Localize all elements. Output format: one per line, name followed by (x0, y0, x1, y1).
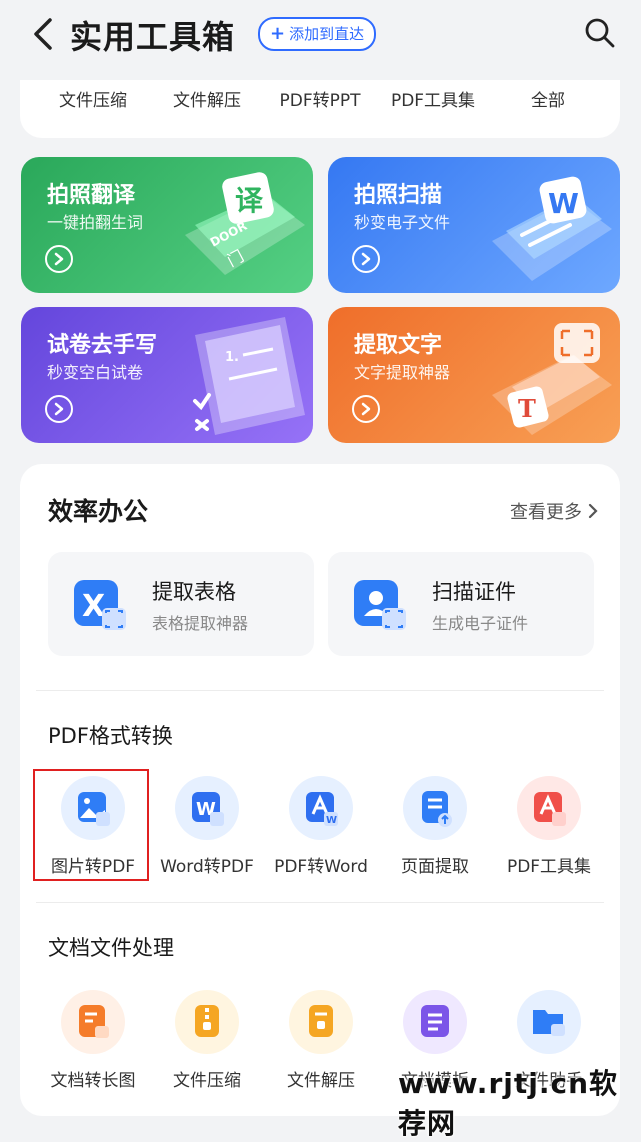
file-compress-icon (175, 990, 239, 1054)
back-arrow-icon[interactable] (26, 14, 62, 54)
divider (36, 902, 604, 903)
feature-card-photo-translate[interactable]: 拍照翻译 一键拍翻生词 译 DOOR 门 (21, 157, 313, 293)
page-extract-icon (403, 776, 467, 840)
go-arrow-icon (45, 245, 73, 273)
exam-number-text: 1. (225, 350, 239, 365)
highlight-box (33, 769, 149, 881)
text-extract-illustration-icon: T (492, 323, 612, 435)
word-to-pdf-icon: W (175, 776, 239, 840)
go-arrow-icon (352, 245, 380, 273)
translate-illustration-icon: 译 DOOR 门 (185, 172, 305, 275)
pdf-item-word-to-pdf[interactable]: W Word转PDF (148, 776, 266, 886)
page-title: 实用工具箱 (70, 18, 236, 56)
view-more-link[interactable]: 查看更多 (510, 498, 598, 524)
pdf-item-pdf-to-word[interactable]: W PDF转Word (262, 776, 380, 886)
doc-item-label: 文档转长图 (50, 1071, 136, 1091)
pdf-item-label: PDF转Word (274, 857, 368, 877)
feature-title: 试卷去手写 (47, 333, 158, 358)
pdf-to-word-icon: W (289, 776, 353, 840)
feature-card-remove-handwriting[interactable]: 试卷去手写 秒变空白试卷 1. (21, 307, 313, 443)
quick-item-pdf-tools[interactable]: PDF工具集 (378, 86, 488, 111)
feature-card-photo-scan[interactable]: 拍照扫描 秒变电子文件 W (328, 157, 620, 293)
pdf-item-label: PDF工具集 (506, 857, 592, 877)
exam-paper-illustration-icon: 1. (193, 317, 305, 435)
doc-to-image-icon (61, 990, 125, 1054)
tool-card-extract-table[interactable]: X 提取表格 表格提取神器 (48, 552, 314, 656)
tool-desc: 生成电子证件 (432, 614, 529, 633)
doc-item-doc-to-long-image[interactable]: 文档转长图 (34, 990, 152, 1100)
doc-item-file-extract[interactable]: 文件解压 (262, 990, 380, 1100)
doc-item-file-compress[interactable]: 文件压缩 (148, 990, 266, 1100)
section-title-pdf: PDF格式转换 (48, 724, 173, 748)
scan-illustration-icon: W (492, 176, 612, 281)
tool-name: 提取表格 (152, 580, 236, 604)
feature-subtitle: 文字提取神器 (354, 363, 451, 382)
chevron-right-icon (588, 503, 598, 519)
pdf-item-pdf-tools[interactable]: PDF工具集 (490, 776, 608, 886)
add-to-shortcut-label: 添加到直达 (289, 25, 365, 43)
add-to-shortcut-button[interactable]: + 添加到直达 (258, 17, 377, 51)
svg-text:W: W (326, 815, 337, 826)
feature-card-extract-text[interactable]: 提取文字 文字提取神器 T (328, 307, 620, 443)
doc-item-label: 文件压缩 (173, 1071, 241, 1091)
search-icon[interactable] (583, 16, 617, 50)
feature-title: 提取文字 (354, 333, 443, 358)
section-title-office: 效率办公 (48, 497, 149, 526)
feature-title: 拍照翻译 (47, 183, 136, 208)
quick-item-file-compress[interactable]: 文件压缩 (38, 86, 148, 111)
quick-item-pdf-to-ppt[interactable]: PDF转PPT (265, 86, 375, 111)
divider (36, 690, 604, 691)
tool-name: 扫描证件 (432, 580, 516, 604)
doc-template-icon (403, 990, 467, 1054)
doc-item-label: 文件解压 (287, 1071, 355, 1091)
tool-card-scan-id[interactable]: 扫描证件 生成电子证件 (328, 552, 594, 656)
text-glyph: T (518, 394, 536, 423)
section-title-doc: 文档文件处理 (48, 936, 174, 960)
svg-text:X: X (82, 589, 105, 624)
go-arrow-icon (45, 395, 73, 423)
file-extract-icon (289, 990, 353, 1054)
quick-item-all[interactable]: 全部 (493, 86, 603, 111)
header: 实用工具箱 + 添加到直达 (0, 0, 641, 80)
plus-icon: + (270, 23, 286, 44)
excel-scan-icon: X (74, 580, 126, 630)
quick-item-file-extract[interactable]: 文件解压 (152, 86, 262, 111)
feature-subtitle: 一键拍翻生词 (47, 213, 144, 232)
pdf-item-label: 页面提取 (401, 857, 469, 877)
feature-subtitle: 秒变空白试卷 (47, 363, 144, 382)
tool-desc: 表格提取神器 (152, 614, 249, 633)
pdf-item-label: Word转PDF (160, 857, 254, 877)
id-scan-icon (354, 580, 406, 630)
go-arrow-icon (352, 395, 380, 423)
pdf-item-page-extract[interactable]: 页面提取 (376, 776, 494, 886)
feature-subtitle: 秒变电子文件 (354, 213, 451, 232)
file-helper-icon (517, 990, 581, 1054)
word-glyph: W (548, 187, 579, 220)
feature-title: 拍照扫描 (354, 183, 443, 208)
watermark-text: www.rjtj.cn软荐网 (398, 1067, 619, 1140)
translate-glyph: 译 (235, 184, 264, 217)
pdf-tools-icon (517, 776, 581, 840)
view-more-label: 查看更多 (510, 502, 582, 523)
quick-tools-bar: 文件压缩 文件解压 PDF转PPT PDF工具集 全部 (20, 80, 620, 138)
